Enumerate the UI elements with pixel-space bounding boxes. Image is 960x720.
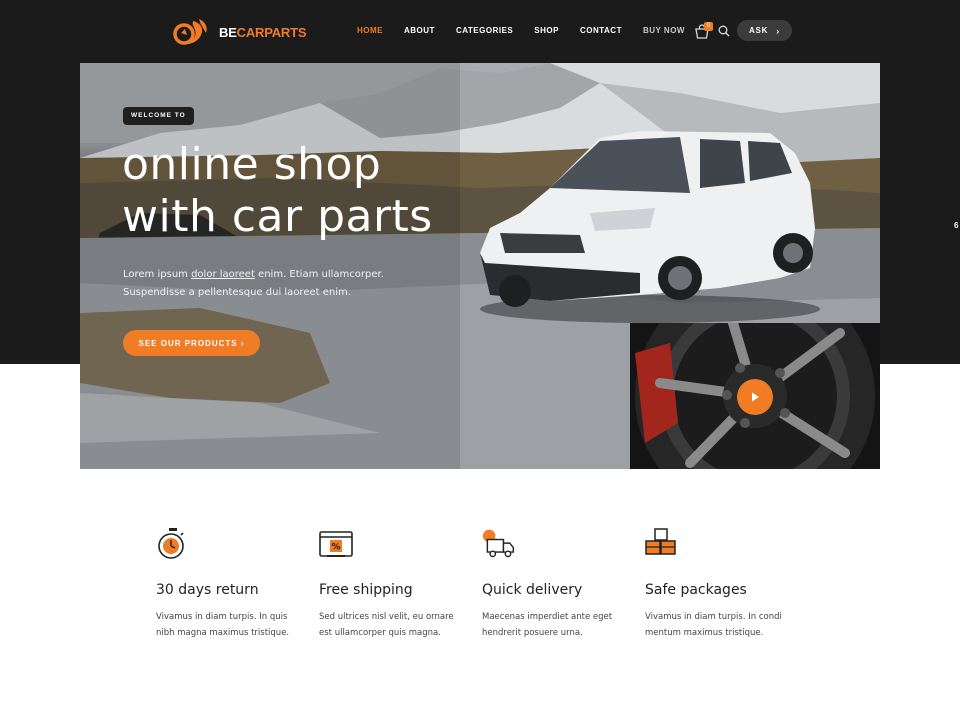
boxes-icon [645, 528, 676, 555]
search-icon[interactable] [718, 25, 730, 37]
nav-home[interactable]: HOME [357, 25, 383, 37]
video-thumbnail[interactable] [630, 323, 880, 469]
play-icon [752, 392, 759, 402]
nav-buy-now[interactable]: BUY NOW [643, 25, 685, 37]
hero-banner: WELCOME TO online shop with car parts Lo… [80, 63, 880, 469]
play-button[interactable] [737, 379, 773, 415]
nav-about[interactable]: ABOUT [404, 25, 435, 37]
feature-title: Quick delivery [482, 582, 583, 598]
ask-button[interactable]: ASK › [737, 20, 792, 41]
feature-title: 30 days return [156, 582, 259, 598]
feature-text: Maecenas imperdiet ante eget hendrerit p… [482, 612, 613, 638]
chevron-right-icon: › [776, 25, 781, 36]
feature-text: Vivamus in diam turpis. In condi mentum … [645, 612, 782, 638]
logo-flame-icon [173, 19, 207, 45]
see-products-button[interactable]: SEE OUR PRODUCTS › [123, 330, 260, 356]
ask-button-label: ASK [748, 26, 769, 35]
feature-title: Safe packages [645, 582, 747, 598]
hero-description: Lorem ipsum dolor laoreet enim. Etiam ul… [123, 266, 384, 302]
logo[interactable]: BECARPARTS [171, 17, 307, 47]
hero-desc-text-2: enim. Etiam ullamcorper. [254, 269, 384, 280]
feature-text: Vivamus in diam turpis. In quis nibh mag… [156, 612, 290, 638]
svg-text:%: % [331, 543, 340, 553]
feature-packages: Safe packages Vivamus in diam turpis. In… [645, 527, 795, 638]
hero-title-line-1: online shop [122, 139, 382, 190]
feature-shipping: % Free shipping Sed ultrices nisl velit,… [319, 527, 469, 638]
nav-categories[interactable]: CATEGORIES [456, 25, 513, 37]
hero-desc-line-2: Suspendisse a pellentesque dui laoreet e… [123, 287, 351, 298]
hero-desc-text: Lorem ipsum [123, 269, 192, 280]
hero-title: online shop with car parts [122, 139, 433, 243]
hero-title-line-2: with car parts [122, 191, 433, 242]
cart-count-badge: 0 [704, 22, 713, 31]
main-nav: HOME ABOUT CATEGORIES SHOP CONTACT BUY N… [357, 25, 706, 37]
nav-contact[interactable]: CONTACT [580, 25, 622, 37]
laptop-percent-icon: % [319, 531, 353, 557]
logo-text: BECARPARTS [219, 24, 307, 40]
feature-delivery: Quick delivery Maecenas imperdiet ante e… [482, 527, 632, 638]
feature-text: Sed ultrices nisl velit, eu ornare est u… [319, 612, 454, 638]
hero-desc-link[interactable]: dolor laoreet [191, 269, 255, 280]
feature-title: Free shipping [319, 582, 413, 598]
side-tab[interactable]: 6 [950, 208, 960, 244]
stopwatch-icon [158, 528, 184, 559]
nav-shop[interactable]: SHOP [534, 25, 559, 37]
feature-returns: 30 days return Vivamus in diam turpis. I… [156, 527, 306, 638]
welcome-badge: WELCOME TO [123, 107, 194, 125]
truck-icon [482, 529, 515, 558]
